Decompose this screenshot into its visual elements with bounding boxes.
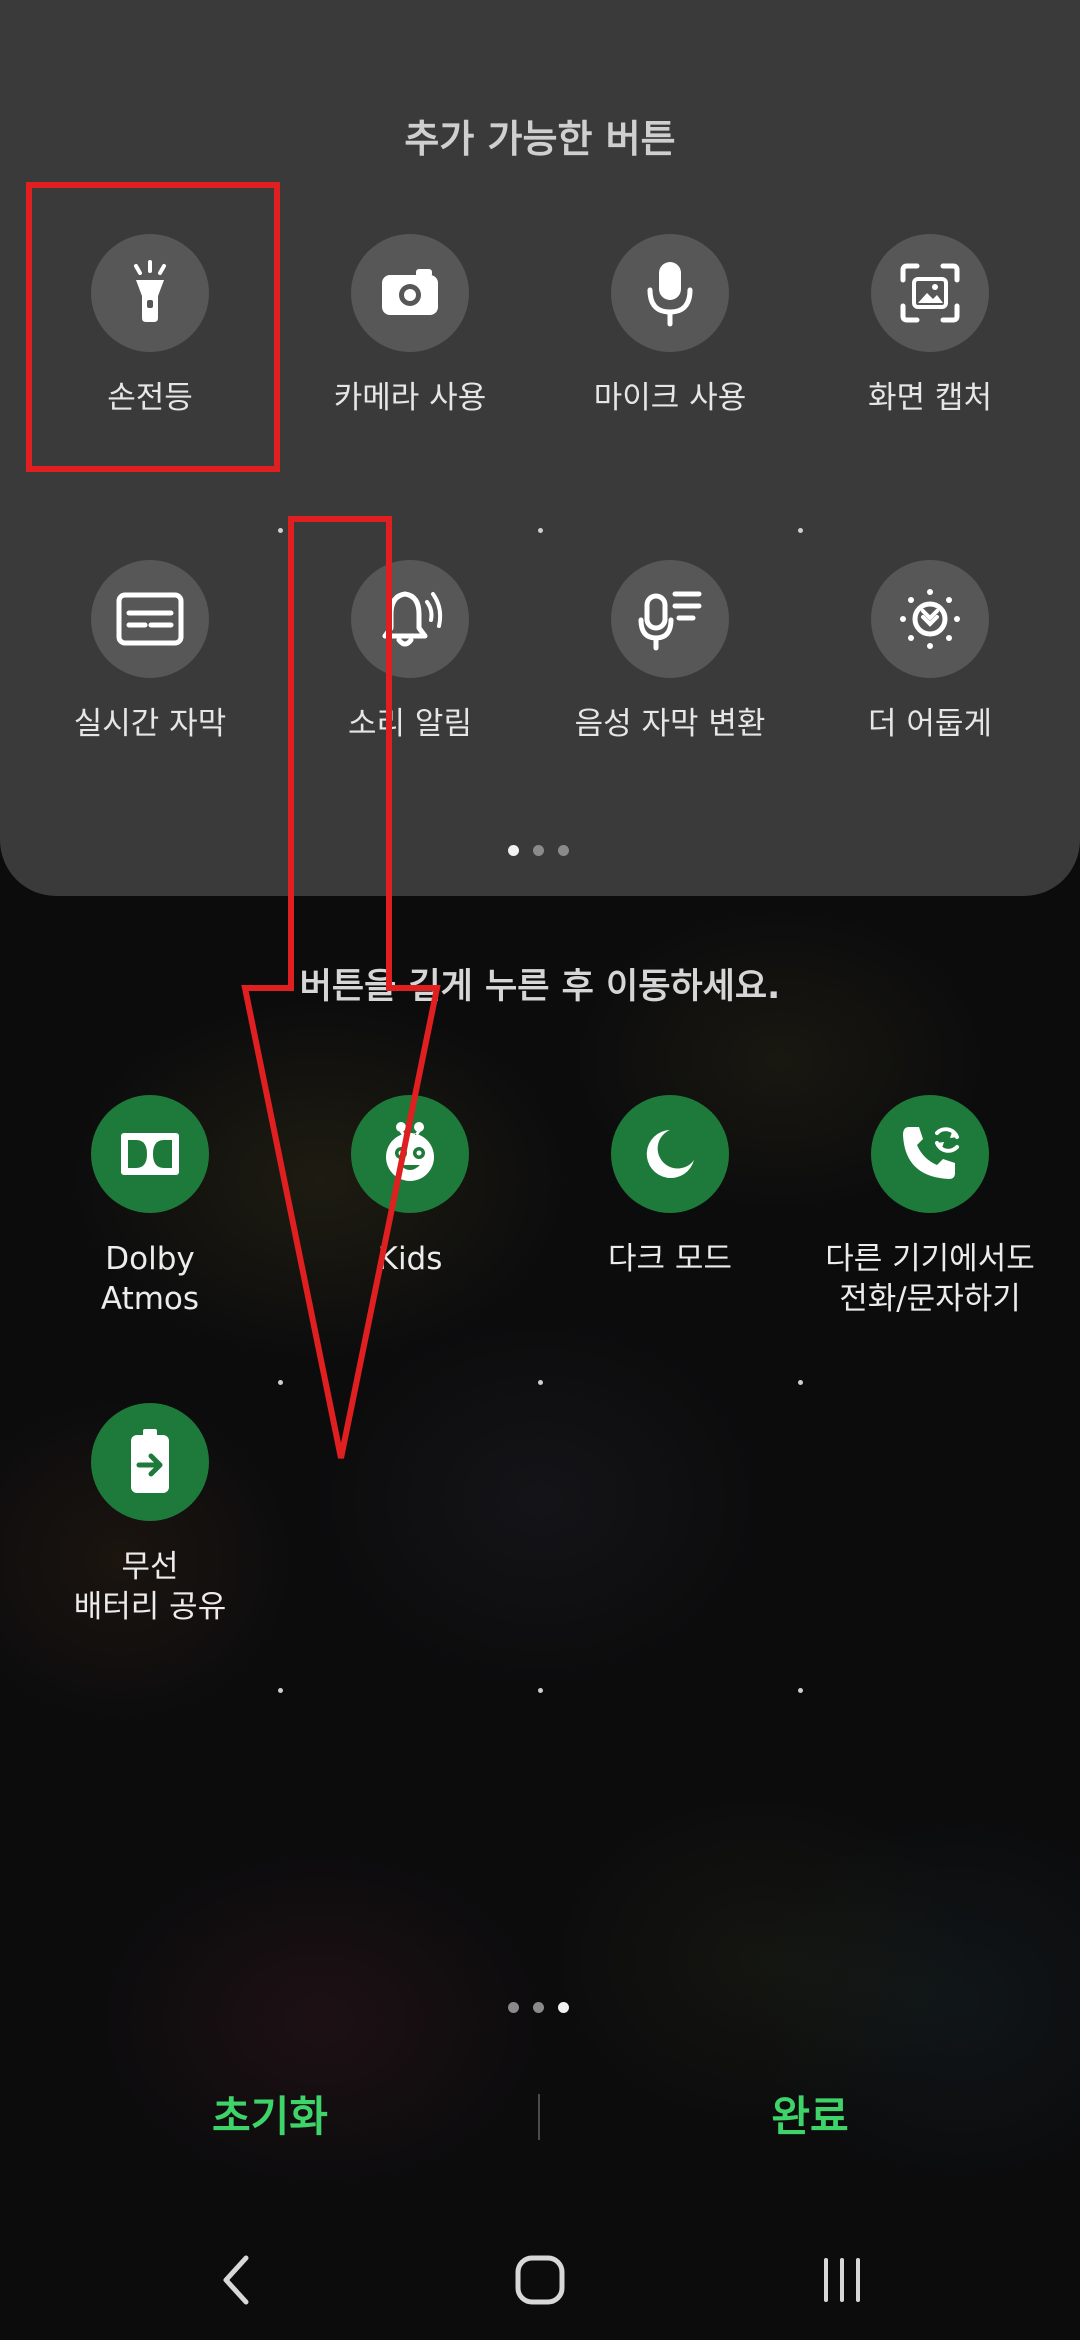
tile-dolby-atmos[interactable]: Dolby Atmos bbox=[20, 1095, 280, 1319]
voice-caption-icon bbox=[611, 560, 729, 678]
drag-hint-text: 버튼을 길게 누른 후 이동하세요. bbox=[299, 967, 781, 1007]
reset-button[interactable]: 초기화 bbox=[0, 2082, 540, 2152]
page-dot bbox=[558, 845, 569, 856]
grid-dot bbox=[538, 1688, 543, 1693]
tile-screen-capture[interactable]: 화면 캡처 bbox=[800, 234, 1060, 418]
page-dot-active bbox=[508, 845, 519, 856]
tile-wireless-battery-share[interactable]: 무선 배터리 공유 bbox=[20, 1403, 280, 1627]
tile-camera-access[interactable]: 카메라 사용 bbox=[280, 234, 540, 418]
grid-dot bbox=[538, 528, 543, 533]
dolby-atmos-icon bbox=[91, 1095, 209, 1213]
tile-label: Dolby Atmos bbox=[100, 1241, 200, 1317]
tile-label: 마이크 사용 bbox=[593, 380, 747, 416]
grid-dot bbox=[278, 528, 283, 533]
live-caption-icon bbox=[91, 560, 209, 678]
battery-share-icon bbox=[91, 1403, 209, 1521]
extra-dim-icon bbox=[871, 560, 989, 678]
tile-label: 더 어둡게 bbox=[868, 706, 992, 742]
tile-live-caption[interactable]: 실시간 자막 bbox=[20, 560, 280, 744]
tile-label: 화면 캡처 bbox=[868, 380, 992, 416]
tile-label: 다른 기기에서도 전화/문자하기 bbox=[825, 1241, 1035, 1317]
tile-flashlight[interactable]: 손전등 bbox=[20, 234, 280, 418]
tile-voice-caption[interactable]: 음성 자막 변환 bbox=[540, 560, 800, 744]
grid-dot bbox=[278, 1688, 283, 1693]
quick-panel-edit-screen: 추가 가능한 버튼 손전등 카메라 사용 마이크 사용 화면 캡처 실시간 자막… bbox=[0, 0, 1080, 2340]
page-dot bbox=[533, 2002, 544, 2013]
tile-label: Kids bbox=[377, 1241, 443, 1277]
tile-microphone-access[interactable]: 마이크 사용 bbox=[540, 234, 800, 418]
grid-dot bbox=[798, 1380, 803, 1385]
recents-icon[interactable] bbox=[802, 2240, 882, 2320]
tile-dark-mode[interactable]: 다크 모드 bbox=[540, 1095, 800, 1279]
tile-label: 무선 배터리 공유 bbox=[73, 1549, 227, 1625]
tile-label: 손전등 bbox=[107, 380, 193, 416]
tile-sound-notification[interactable]: 소리 알림 bbox=[280, 560, 540, 744]
navigation-bar bbox=[0, 2220, 1080, 2330]
flashlight-icon bbox=[91, 234, 209, 352]
home-icon[interactable] bbox=[500, 2240, 580, 2320]
tile-label: 소리 알림 bbox=[348, 706, 472, 742]
page-dot-active bbox=[558, 2002, 569, 2013]
bottom-action-bar: 초기화 완료 bbox=[0, 2082, 1080, 2152]
camera-icon bbox=[351, 234, 469, 352]
sound-notification-icon bbox=[351, 560, 469, 678]
panel-title: 추가 가능한 버튼 bbox=[404, 117, 676, 161]
tile-label: 다크 모드 bbox=[608, 1241, 732, 1277]
grid-dot bbox=[798, 1688, 803, 1693]
grid-dot bbox=[798, 528, 803, 533]
page-dot bbox=[533, 845, 544, 856]
page-dot bbox=[508, 2002, 519, 2013]
tile-label: 카메라 사용 bbox=[333, 380, 487, 416]
call-sync-icon bbox=[871, 1095, 989, 1213]
grid-dot bbox=[278, 1380, 283, 1385]
grid-dot bbox=[538, 1380, 543, 1385]
tile-label: 실시간 자막 bbox=[73, 706, 227, 742]
moon-icon bbox=[611, 1095, 729, 1213]
back-icon[interactable] bbox=[196, 2240, 276, 2320]
tile-extra-dim[interactable]: 더 어둡게 bbox=[800, 560, 1060, 744]
microphone-icon bbox=[611, 234, 729, 352]
tile-label: 음성 자막 변환 bbox=[574, 706, 766, 742]
screenshot-icon bbox=[871, 234, 989, 352]
tile-kids[interactable]: Kids bbox=[280, 1095, 540, 1279]
active-page-indicator bbox=[508, 2002, 569, 2013]
kids-icon bbox=[351, 1095, 469, 1213]
available-buttons-panel: 추가 가능한 버튼 손전등 카메라 사용 마이크 사용 화면 캡처 실시간 자막… bbox=[0, 0, 1080, 896]
panel-page-indicator bbox=[508, 845, 569, 856]
done-button[interactable]: 완료 bbox=[540, 2082, 1080, 2152]
tile-call-text-other-devices[interactable]: 다른 기기에서도 전화/문자하기 bbox=[800, 1095, 1060, 1319]
